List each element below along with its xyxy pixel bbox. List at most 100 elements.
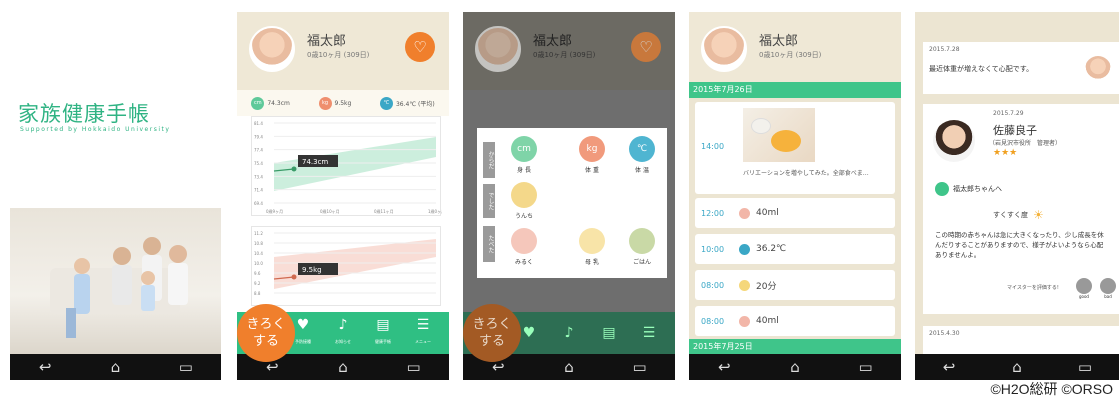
- menu-item-label: 体 重: [585, 167, 599, 174]
- child-age: 0歳10ヶ月 (309日): [759, 51, 822, 59]
- back-icon[interactable]: ↩: [709, 358, 739, 376]
- timeline-entry[interactable]: 08:00 40ml: [695, 306, 895, 336]
- timeline-entry[interactable]: 12:00 40ml: [695, 198, 895, 228]
- recent-apps-icon[interactable]: ▭: [399, 358, 429, 376]
- advisor-photo: [933, 120, 975, 162]
- home-icon[interactable]: ⌂: [100, 358, 130, 376]
- health-book-button[interactable]: ▤ 健康手帳: [367, 318, 399, 349]
- home-icon[interactable]: ⌂: [780, 358, 810, 376]
- food-photo: [743, 108, 815, 162]
- height-graph[interactable]: 81.4 79.4 77.4 75.4 73.4 71.4 69.4 0歳9ヶ月 0歳10ヶ月 0…: [251, 116, 445, 216]
- notifications-button[interactable]: ♪ お知らせ: [327, 318, 359, 349]
- photo-entry[interactable]: 14:00 バリエーションを増やしてみた。全部食べま…: [695, 102, 895, 194]
- weight-value: 9.5kg: [334, 99, 352, 107]
- home-icon[interactable]: ⌂: [1002, 358, 1032, 376]
- menu-button[interactable]: ☰ メニュー: [407, 318, 439, 349]
- stethoscope-icon[interactable]: ♡: [405, 32, 435, 62]
- next-card[interactable]: 2015.4.30: [923, 326, 1119, 354]
- timeline-entry[interactable]: 10:00 36.2℃: [695, 234, 895, 264]
- menu-item-temperature[interactable]: ℃ 体 温: [627, 136, 657, 174]
- entry-time: 08:00: [701, 316, 725, 326]
- y-tick-label: 81.4: [254, 121, 263, 126]
- menu-item-label: 身 長: [517, 167, 531, 174]
- thermometer-circle-icon: ℃: [629, 136, 655, 162]
- entry-time: 10:00: [701, 244, 725, 254]
- group-label-ate: たべた: [483, 226, 495, 262]
- question-text: 最近体重が増えなくて心配です。: [929, 65, 1034, 73]
- avatar[interactable]: [701, 26, 747, 72]
- app-logo-subtitle: Supported by Hokkaido University: [20, 126, 171, 133]
- date-header: 2015年7月26日: [689, 82, 901, 98]
- menu-item-poop[interactable]: うんち: [509, 182, 539, 220]
- back-icon[interactable]: ↩: [30, 358, 60, 376]
- timeline-entry[interactable]: 08:00 20分: [695, 270, 895, 300]
- android-navbar: ↩ ⌂ ▭: [915, 354, 1119, 380]
- height-badge: cm: [251, 96, 265, 110]
- y-tick-label: 75.4: [254, 161, 263, 166]
- weight-graph[interactable]: 11.2 10.8 10.4 10.0 9.6 9.2 8.8 9.5kg: [251, 226, 441, 306]
- height-circle-icon: cm: [511, 136, 537, 162]
- menu-item-label: うんち: [514, 213, 533, 220]
- record-button-active[interactable]: きろく する: [463, 304, 521, 362]
- weight-chart-svg: 11.2 10.8 10.4 10.0 9.6 9.2 8.8 9.5kg: [254, 231, 436, 296]
- record-menu-panel: からだ でした たべた cm 身 長 kg 体 重 ℃ 体 温 うんち みるく …: [477, 128, 667, 278]
- question-date: 2015.7.28: [929, 46, 960, 53]
- next-date: 2015.4.30: [929, 330, 960, 337]
- recent-apps-icon[interactable]: ▭: [171, 358, 201, 376]
- profile-header: 福太郎 0歳10ヶ月 (309日) ♡: [463, 12, 675, 90]
- child-age: 0歳10ヶ月 (309日): [307, 51, 370, 59]
- rate-prompt: マイスターを評価する!: [1007, 285, 1059, 291]
- health-book-button: ▤: [602, 325, 616, 341]
- weight-stat[interactable]: kg 9.5kg: [318, 96, 352, 110]
- y-tick-label: 71.4: [254, 188, 263, 193]
- recipient-text: 福太郎ちゃんへ: [953, 185, 1002, 193]
- child-age: 0歳10ヶ月 (309日): [533, 51, 596, 59]
- entry-value: 40ml: [756, 208, 779, 218]
- timeline-screen: 福太郎 0歳10ヶ月 (309日) 2015年7月26日 14:00 バリエーシ…: [689, 12, 901, 380]
- height-stat[interactable]: cm 74.3cm: [251, 96, 290, 110]
- advisor-name: 佐藤良子: [993, 124, 1037, 137]
- bottle-icon: [739, 207, 750, 219]
- bad-icon: [1100, 278, 1116, 294]
- x-tick-label: 1歳0ヶ月: [428, 208, 442, 214]
- data-point: [291, 166, 297, 172]
- growth-screen: 福太郎 0歳10ヶ月 (309日) ♡ cm 74.3cm kg 9.5kg ℃…: [237, 12, 449, 380]
- menu-label: メニュー: [415, 338, 431, 344]
- menu-item-height[interactable]: cm 身 長: [509, 136, 539, 174]
- menu-item-label: 母 乳: [585, 259, 599, 266]
- notifications-label: お知らせ: [335, 338, 351, 344]
- entry-time: 08:00: [701, 280, 725, 290]
- avatar: [1083, 54, 1113, 84]
- y-tick-label: 10.8: [254, 241, 263, 246]
- record-button[interactable]: きろく する: [237, 304, 295, 362]
- entry-value: 20分: [756, 281, 777, 292]
- y-tick-label: 79.4: [254, 134, 263, 139]
- advisor-badge-icon: [935, 182, 949, 196]
- menu-item-weight[interactable]: kg 体 重: [577, 136, 607, 174]
- back-icon[interactable]: ↩: [934, 358, 964, 376]
- bottle-circle-icon: [511, 228, 537, 254]
- home-icon[interactable]: ⌂: [328, 358, 358, 376]
- bad-button[interactable]: bad: [1099, 278, 1117, 299]
- home-icon[interactable]: ⌂: [554, 358, 584, 376]
- height-chart-svg: 81.4 79.4 77.4 75.4 73.4 71.4 69.40歳9ヶ月 0歳10ヶ月 0…: [254, 121, 445, 214]
- menu-item-breastmilk[interactable]: 母 乳: [577, 228, 607, 266]
- avatar[interactable]: [249, 26, 295, 72]
- menu-item-milk[interactable]: みるく: [509, 228, 539, 266]
- recent-apps-icon[interactable]: ▭: [1070, 358, 1100, 376]
- question-card[interactable]: 2015.7.28 最近体重が増えなくて心配です。: [923, 42, 1119, 94]
- growth-rating: すくすく度 ☀: [993, 208, 1044, 222]
- menu-item-meal[interactable]: ごはん: [627, 228, 657, 266]
- recent-apps-icon[interactable]: ▭: [851, 358, 881, 376]
- data-label: 74.3cm: [302, 158, 328, 166]
- good-button[interactable]: good: [1075, 278, 1093, 299]
- y-tick-label: 69.4: [254, 201, 263, 206]
- group-label-body: からだ: [483, 142, 495, 178]
- temp-stat[interactable]: ℃ 36.4℃ (平均): [379, 96, 435, 110]
- android-navbar: ↩ ⌂ ▭: [10, 354, 221, 380]
- copyright: ©H2O総研 ©ORSO: [990, 381, 1113, 397]
- stethoscope-icon: ♡: [631, 32, 661, 62]
- breastmilk-circle-icon: [579, 228, 605, 254]
- recent-apps-icon[interactable]: ▭: [625, 358, 655, 376]
- y-tick-label: 8.8: [254, 291, 261, 296]
